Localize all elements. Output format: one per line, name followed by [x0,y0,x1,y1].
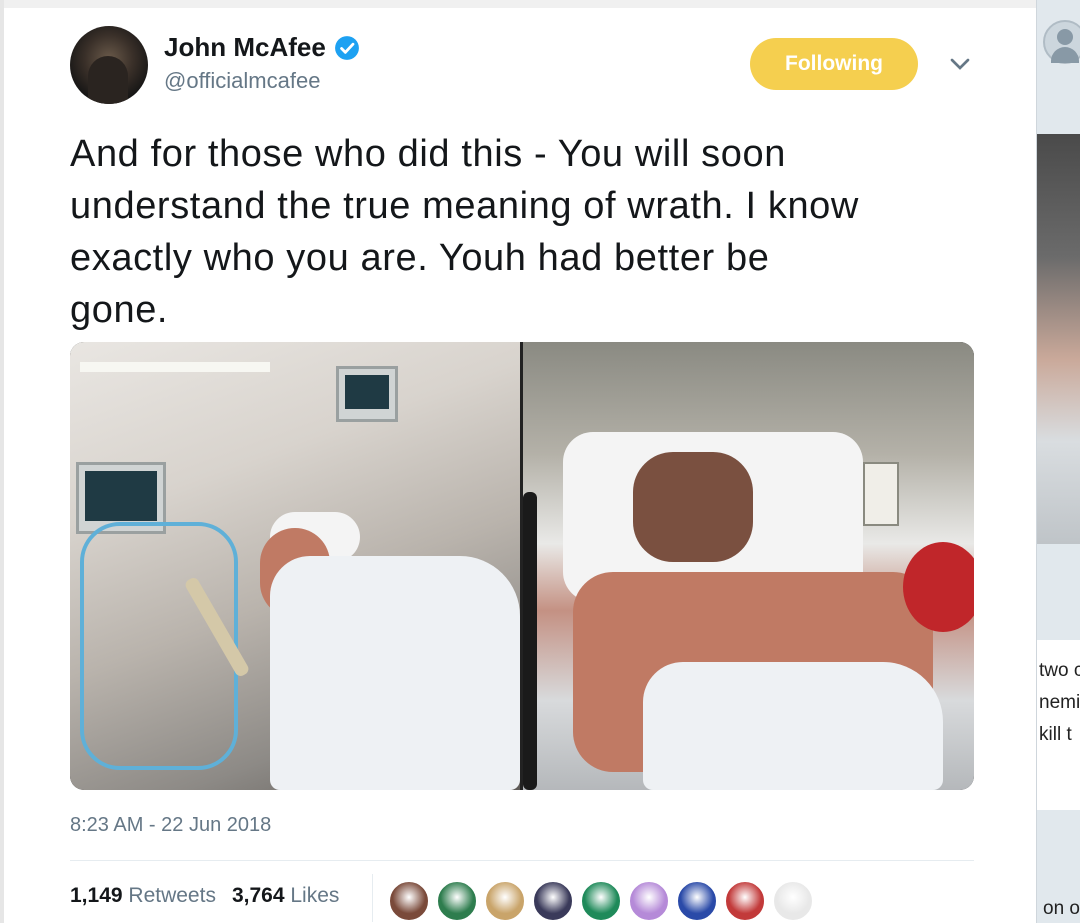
verified-badge-icon [334,35,359,60]
liker-avatar[interactable] [532,880,574,922]
red-bin-shape [903,542,974,632]
likes-label: Likes [290,884,340,907]
tweet-card: John McAfee @officialmcafee Following An… [4,8,1036,923]
liker-avatar[interactable] [628,880,670,922]
bed-sheet-shape [643,662,943,790]
tweet-timestamp[interactable]: 8:23 AM - 22 Jun 2018 [70,814,271,837]
hospital-photo-left[interactable] [70,342,520,790]
author-display-name[interactable]: John McAfee [164,32,326,63]
tweet-stats: 1,149 Retweets 3,764 Likes [70,884,339,908]
retweets-label: Retweets [128,884,216,907]
divider [70,860,974,861]
liker-avatar[interactable] [580,880,622,922]
liker-avatars [388,880,814,922]
side-panel: two c nemi kill t on of [1036,0,1080,923]
speaker-shape [863,462,899,526]
retweets-stat[interactable]: 1,149 Retweets [70,884,216,908]
likes-stat[interactable]: 3,764 Likes [232,884,339,908]
dark-edge-shape [523,492,537,790]
tweet-media[interactable] [70,342,974,790]
patient-head-shape [633,452,753,562]
liker-avatar[interactable] [724,880,766,922]
side-text-line: kill t [1039,724,1072,745]
following-button[interactable]: Following [750,38,918,90]
liker-avatar[interactable] [484,880,526,922]
chevron-down-icon[interactable] [944,48,976,80]
side-media-thumbnail[interactable] [1037,134,1080,544]
tube-shape [80,522,238,770]
liker-avatar[interactable] [772,880,814,922]
author-avatar[interactable] [70,26,148,104]
user-avatar-icon[interactable] [1043,20,1080,64]
liker-avatar[interactable] [436,880,478,922]
bed-sheet-shape [270,556,520,790]
stats-separator [372,874,373,922]
likes-count: 3,764 [231,884,285,907]
author-handle[interactable]: @officialmcafee [164,68,320,94]
side-text-line: two c [1039,660,1080,681]
hospital-photo-right[interactable] [523,342,974,790]
side-footer-text: on of [1043,898,1080,919]
liker-avatar[interactable] [676,880,718,922]
monitor-shape [336,366,398,422]
liker-avatar[interactable] [388,880,430,922]
ceiling-light-shape [80,362,270,372]
author-name-row[interactable]: John McAfee [164,32,360,63]
side-text-line: nemi [1039,692,1080,713]
retweets-count: 1,149 [70,884,123,907]
tweet-text: And for those who did this - You will so… [70,133,859,331]
